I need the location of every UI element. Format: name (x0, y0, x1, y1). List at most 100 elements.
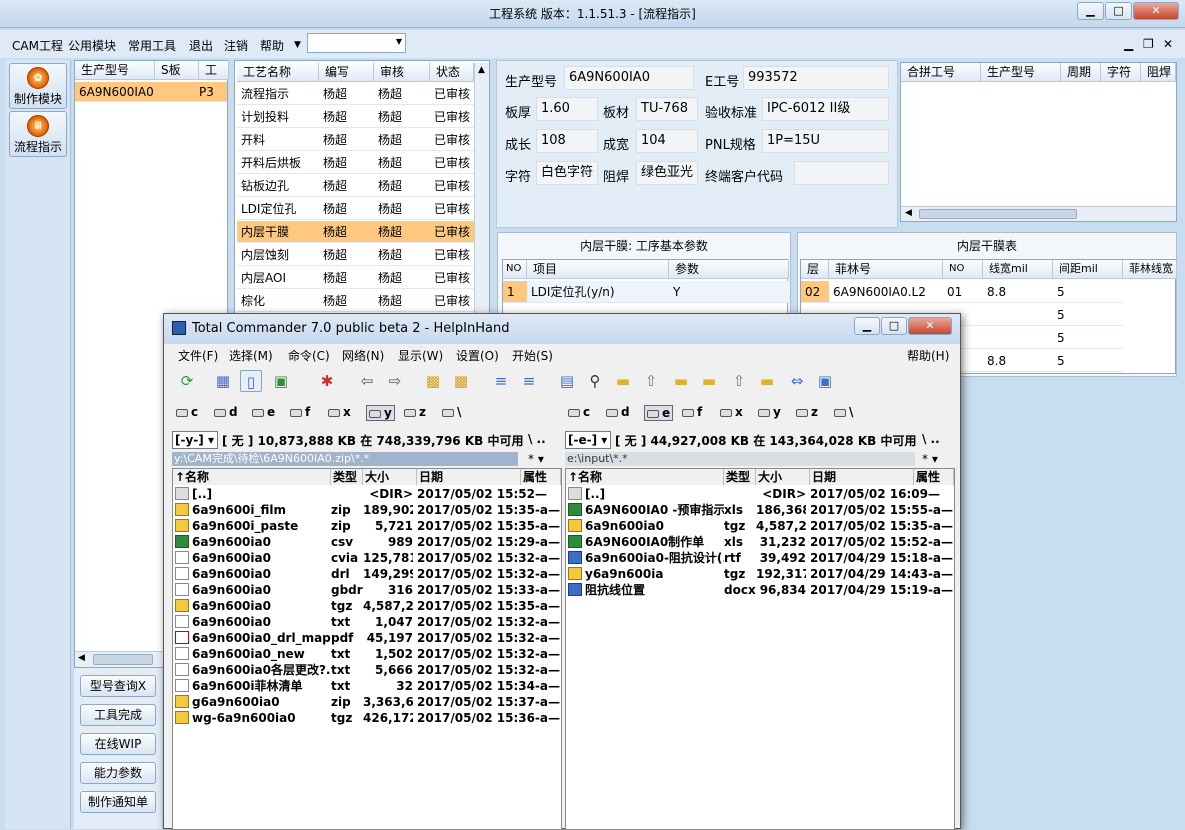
menu-tools[interactable]: 常用工具 (128, 37, 176, 54)
refresh-icon[interactable]: ⟳ (176, 370, 198, 392)
file-row[interactable]: 6a9n600ia0 txt 1,047 2017/05/02 15:32-a— (173, 614, 561, 630)
open-folder-icon[interactable]: ▬ (756, 370, 778, 392)
tc-menu-command[interactable]: 命令(C) (288, 347, 330, 364)
file-col-header[interactable]: 大小 (363, 469, 417, 485)
left-drive-button[interactable]: z (404, 405, 426, 419)
process-name-cell[interactable]: 内层AOI (237, 267, 319, 289)
tc-menu-network[interactable]: 网络(N) (342, 347, 384, 364)
file-row[interactable]: g6a9n600ia0 zip 3,363,658 2017/05/02 15:37-… (173, 694, 561, 710)
status-cell[interactable]: 已审核 (430, 152, 474, 174)
col-header[interactable]: 字符 (1101, 63, 1141, 82)
file-row[interactable]: 6a9n600ia0 cvia 125,781 2017/05/02 15:32-a— (173, 550, 561, 566)
film-cell[interactable]: 01 (943, 281, 983, 303)
file-row[interactable]: 6a9n600ia0_drl_map pdf 45,197 2017/05/02 15… (173, 630, 561, 646)
right-filter-icon[interactable]: * ▾ (922, 452, 938, 466)
file-row[interactable]: 6a9n600ia0_new txt 1,502 2017/05/02 15:32-a… (173, 646, 561, 662)
col-header[interactable]: 工厂 (199, 61, 229, 95)
col-header[interactable]: 菲林线宽 (1123, 260, 1177, 279)
menu-public[interactable]: 公用模块 (68, 37, 116, 54)
right-drive-button[interactable]: d (606, 405, 630, 419)
user-cell[interactable]: 杨超 (374, 175, 430, 197)
file-row[interactable]: 6a9n600i_paste zip 5,721 2017/05/02 15:35-a… (173, 518, 561, 534)
online-wip-button[interactable]: 在线WIP (80, 733, 156, 755)
col-header[interactable]: S板 (155, 61, 199, 80)
status-cell[interactable]: 已审核 (430, 221, 474, 243)
user-cell[interactable]: 杨超 (319, 152, 374, 174)
pnl-field[interactable]: 1P=15U (762, 129, 889, 153)
status-cell[interactable]: 已审核 (430, 175, 474, 197)
left-drive-button[interactable]: \ (442, 405, 461, 419)
brief-view-icon[interactable]: ▦ (212, 370, 234, 392)
tool-complete-button[interactable]: 工具完成 (80, 704, 156, 726)
col-header[interactable]: 状态 (430, 63, 474, 82)
right-drive-button[interactable]: x (720, 405, 743, 419)
model-field[interactable]: 6A9N600IA0 (564, 66, 694, 90)
right-drive-button[interactable]: y (758, 405, 781, 419)
file-row[interactable]: 6A9N600IA0制作单 xls 31,232 2017/05/02 15:52-a… (566, 534, 954, 550)
file-col-header[interactable]: 属性 (521, 469, 561, 485)
ftp-icon[interactable]: ≡ (490, 370, 512, 392)
file-row[interactable]: 6a9n600ia0各层更改?.. txt 5,666 2017/05/02 15:3… (173, 662, 561, 678)
file-row[interactable]: 6a9n600ia0 gbdrl 316 2017/05/02 15:33-a— (173, 582, 561, 598)
file-col-header[interactable]: ↑名称 (566, 469, 724, 485)
file-row[interactable]: wg-6a9n600ia0 tgz 426,172 2017/05/02 15:36-… (173, 710, 561, 726)
cust-field[interactable] (794, 161, 889, 185)
mdi-restore-icon[interactable]: ❐ (1143, 37, 1154, 51)
file-row[interactable]: 6a9n600ia0 csv 989 2017/05/02 15:29-a— (173, 534, 561, 550)
char-field[interactable]: 白色字符 (536, 161, 598, 185)
status-cell[interactable]: 已审核 (430, 244, 474, 266)
file-row[interactable]: y6a9n600ia tgz 192,317 2017/04/29 14:43-a— (566, 566, 954, 582)
right-file-list[interactable]: ↑名称 类型 大小 日期 属性 [..] <DIR> 2017/05/02 16:09— 6A9… (565, 468, 955, 830)
user-cell[interactable]: 杨超 (374, 129, 430, 151)
menu-help[interactable]: 帮助 (260, 37, 284, 54)
user-cell[interactable]: 杨超 (374, 221, 430, 243)
invert-selection-icon[interactable]: ✱ (316, 370, 338, 392)
film-cell[interactable]: 6A9N600IA0.L2 (829, 281, 943, 303)
file-row[interactable]: 6A9N600IA0 -预审指示 xls 186,368 2017/05/02 15:… (566, 502, 954, 518)
tc-menu-select[interactable]: 选择(M) (229, 347, 273, 364)
left-root-button[interactable]: \ .. (528, 432, 546, 446)
len-field[interactable]: 108 (536, 129, 598, 153)
status-cell[interactable]: 已审核 (430, 83, 474, 105)
user-cell[interactable]: 杨超 (374, 198, 430, 220)
process-name-cell[interactable]: 钻板边孔 (237, 175, 319, 197)
col-header[interactable]: NO (943, 260, 983, 279)
file-col-header[interactable]: 类型 (331, 469, 363, 485)
user-cell[interactable]: 杨超 (374, 244, 430, 266)
status-cell[interactable]: 已审核 (430, 198, 474, 220)
status-cell[interactable]: 已审核 (430, 267, 474, 289)
file-col-header[interactable]: 日期 (810, 469, 914, 485)
file-row[interactable]: 6a9n600i_film zip 189,902 2017/05/02 15:35-… (173, 502, 561, 518)
left-drive-button[interactable]: x (328, 405, 351, 419)
col-header[interactable]: 阻焊 (1141, 63, 1176, 82)
col-header[interactable]: 周期 (1061, 63, 1101, 82)
up-folder-icon[interactable]: ⇧ (640, 370, 662, 392)
user-cell[interactable]: 杨超 (319, 129, 374, 151)
right-path[interactable]: e:\input\*.* (565, 452, 915, 466)
file-row[interactable]: 6a9n600ia0 drl 149,299 2017/05/02 15:32-a— (173, 566, 561, 582)
sidebar-flow-guide[interactable]: Ⅲ 流程指示 (9, 111, 67, 157)
vertical-scrollbar[interactable]: ▲ (474, 63, 489, 319)
left-drive-button[interactable]: c (176, 405, 198, 419)
multi-rename-icon[interactable]: ▤ (556, 370, 578, 392)
tc-close-button[interactable]: ✕ (908, 317, 952, 335)
new-folder-icon[interactable]: ▬ (670, 370, 692, 392)
mat-field[interactable]: TU-768 (636, 97, 698, 121)
user-cell[interactable]: 杨超 (319, 198, 374, 220)
film-cell[interactable]: 8.8 (983, 350, 1053, 372)
left-drive-button[interactable]: y (366, 405, 395, 421)
file-col-header[interactable]: 类型 (724, 469, 756, 485)
film-cell[interactable]: 5 (1053, 327, 1123, 349)
left-drive-select[interactable]: [-y-] ▾ (172, 431, 218, 449)
file-col-header[interactable]: ↑名称 (173, 469, 331, 485)
right-root-button[interactable]: \ .. (922, 432, 940, 446)
thumbnail-icon[interactable]: ▣ (270, 370, 292, 392)
tc-menu-start[interactable]: 开始(S) (512, 347, 553, 364)
menu-help-chevron-icon[interactable]: ▼ (294, 40, 301, 50)
user-cell[interactable]: 杨超 (374, 290, 430, 312)
left-filter-icon[interactable]: * ▾ (528, 452, 544, 466)
film-cell[interactable]: 5 (1053, 304, 1123, 326)
right-drive-button[interactable]: z (796, 405, 818, 419)
film-cell[interactable]: 5 (1053, 350, 1123, 372)
maximize-button[interactable]: □ (1105, 2, 1132, 20)
